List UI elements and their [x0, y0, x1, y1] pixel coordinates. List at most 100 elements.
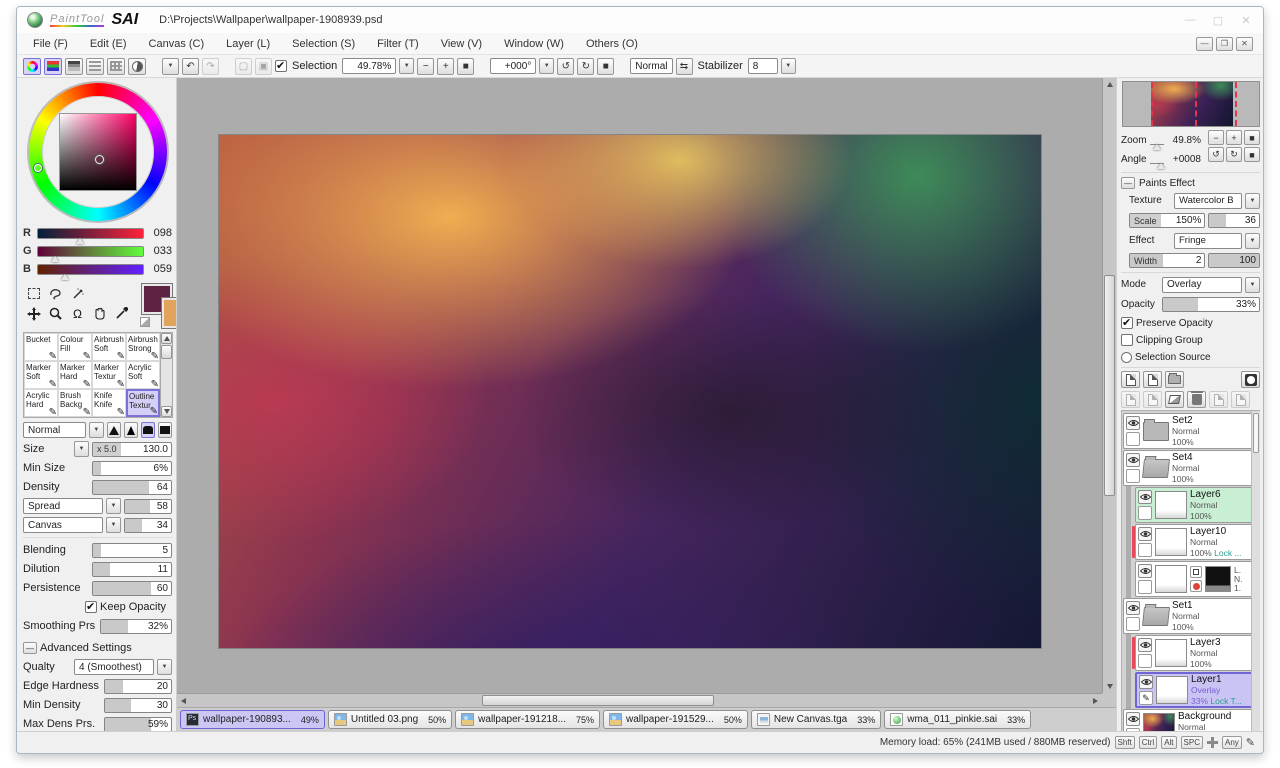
stabilizer-field[interactable]: 8 [748, 58, 778, 74]
size-dropdown[interactable] [74, 441, 89, 457]
brush-acrylic-hard[interactable]: AcrylicHard✎ [24, 389, 58, 417]
menu-selection[interactable]: Selection (S) [282, 35, 365, 53]
edge-hardness-slider[interactable]: 20 [104, 679, 172, 694]
brush-colour-fill[interactable]: ColourFill✎ [58, 333, 92, 361]
canvas-image[interactable] [219, 135, 1041, 648]
mask-enabled-icon[interactable] [1190, 580, 1202, 592]
merge-down-button[interactable] [1143, 391, 1162, 408]
fringe-strength-slider[interactable]: 100 [1208, 253, 1260, 268]
brush-brush-background[interactable]: BrushBackg✎ [58, 389, 92, 417]
layer-item-masked[interactable]: L. N. 1. [1123, 561, 1258, 597]
fringe-width-slider[interactable]: Width 2 [1129, 253, 1205, 268]
canvas-texture-slider[interactable]: 34 [124, 518, 172, 533]
layer-item-layer6[interactable]: Layer6 Normal 100% [1123, 487, 1258, 523]
layer-visibility-toggle[interactable] [1126, 601, 1140, 615]
brush-blend-mode-field[interactable]: Normal [23, 422, 86, 438]
mdi-minimize-button[interactable]: — [1196, 37, 1213, 51]
new-layer-button[interactable] [1121, 371, 1140, 388]
menu-view[interactable]: View (V) [431, 35, 492, 53]
min-size-slider[interactable]: 6% [92, 461, 172, 476]
nav-rotate-ccw-button[interactable]: ↺ [1208, 147, 1224, 162]
scroll-up-button[interactable] [161, 333, 172, 344]
brush-shape-curve[interactable] [124, 422, 138, 438]
layer-list-scrollbar[interactable] [1251, 411, 1260, 731]
saturation-value-square[interactable] [59, 113, 137, 191]
canvas-viewport[interactable] [177, 78, 1116, 707]
nav-rotate-cw-button[interactable]: ↻ [1226, 147, 1242, 162]
brush-blend-mode-dropdown[interactable] [89, 422, 104, 438]
brush-marker-hard[interactable]: MarkerHard✎ [58, 361, 92, 389]
nav-zoom-reset-button[interactable]: ■ [1244, 130, 1260, 145]
scratchpad-panel-toggle[interactable] [128, 58, 146, 75]
brush-shape-flat[interactable] [158, 422, 172, 438]
window-minimize-icon[interactable]: — [1183, 14, 1197, 27]
angle-dropdown-button[interactable] [539, 58, 554, 74]
min-density-slider[interactable]: 30 [104, 698, 172, 713]
texture-dropdown[interactable] [1245, 193, 1260, 209]
quality-field[interactable]: 4 (Smoothest) [74, 659, 154, 675]
b-slider[interactable] [37, 264, 144, 275]
stabilizer-dropdown-button[interactable] [781, 58, 796, 74]
layer-visibility-toggle[interactable] [1126, 453, 1140, 467]
menu-others[interactable]: Others (O) [576, 35, 648, 53]
hand-tool[interactable] [89, 304, 110, 323]
layer-option-checkbox[interactable] [1138, 654, 1152, 668]
canvas-texture-dropdown[interactable] [106, 517, 121, 533]
scroll-down-button[interactable] [161, 406, 172, 417]
brush-bucket[interactable]: Bucket✎ [24, 333, 58, 361]
mdi-restore-button[interactable]: ❐ [1216, 37, 1233, 51]
move-tool[interactable] [23, 304, 44, 323]
magic-wand-tool[interactable] [67, 284, 88, 303]
scroll-up-button[interactable] [1103, 78, 1116, 91]
copy-layer-button[interactable] [1209, 391, 1228, 408]
brush-outline-texture[interactable]: OutlineTextur✎ [126, 389, 160, 417]
layer-option-checkbox[interactable] [1138, 580, 1152, 594]
color-wheel[interactable] [28, 82, 168, 222]
brush-shape-spike[interactable] [107, 422, 121, 438]
menu-filter[interactable]: Filter (T) [367, 35, 429, 53]
menu-layer[interactable]: Layer (L) [216, 35, 280, 53]
vertical-scroll-thumb[interactable] [1104, 275, 1115, 496]
brush-grid-scrollbar[interactable] [161, 332, 173, 418]
transfer-down-button[interactable] [1121, 391, 1140, 408]
layer-mode-field[interactable]: Overlay [1162, 277, 1242, 293]
brush-airbrush-strong[interactable]: AirbrushStrong✎ [126, 333, 160, 361]
tab-wma-011-pinkie[interactable]: wma_011_pinkie.sai 33% [884, 710, 1031, 729]
paste-layer-button[interactable] [1231, 391, 1250, 408]
layer-option-checkbox[interactable] [1126, 469, 1140, 483]
layer-item-set1[interactable]: Set1 Normal 100% [1123, 598, 1258, 634]
nav-zoom-slider[interactable] [1150, 135, 1164, 145]
keep-opacity-checkbox[interactable] [85, 601, 97, 613]
delete-layer-button[interactable] [1187, 391, 1206, 408]
layer-option-checkbox[interactable] [1126, 728, 1140, 731]
brush-shape-round[interactable] [141, 422, 155, 438]
paints-effect-collapse-button[interactable] [1121, 177, 1135, 189]
brush-marker-texture[interactable]: MarkerTextur✎ [92, 361, 126, 389]
spread-slider[interactable]: 58 [124, 499, 172, 514]
lasso-tool[interactable] [45, 284, 66, 303]
spread-dropdown[interactable] [106, 498, 121, 514]
brush-airbrush-soft[interactable]: AirbrushSoft✎ [92, 333, 126, 361]
tab-wallpaper-191218[interactable]: wallpaper-191218... 75% [455, 710, 600, 729]
layer-item-set2[interactable]: Set2 Normal 100% [1123, 413, 1258, 449]
mask-link-icon[interactable] [1190, 566, 1202, 578]
nav-zoom-out-button[interactable]: − [1208, 130, 1224, 145]
rotate-ccw-button[interactable]: ↺ [557, 58, 574, 75]
layer-opacity-slider[interactable]: 33% [1162, 297, 1260, 312]
selection-checkbox[interactable] [275, 60, 287, 72]
rgb-sliders-panel-toggle[interactable] [44, 58, 62, 75]
background-color-swatch[interactable] [162, 298, 177, 328]
zoom-out-button[interactable]: − [417, 58, 434, 75]
max-dens-prs-slider[interactable]: 59% [104, 717, 172, 732]
layer-visibility-toggle[interactable] [1126, 712, 1140, 726]
scroll-down-button[interactable] [1103, 680, 1116, 693]
angle-reset-button[interactable]: ■ [597, 58, 614, 75]
tab-wallpaper-191529[interactable]: wallpaper-191529... 50% [603, 710, 748, 729]
swatch-grid-panel-toggle[interactable] [107, 58, 125, 75]
layer-item-background[interactable]: Background Normal 100% FX [1123, 709, 1258, 731]
paint-mode-field[interactable]: Normal [630, 58, 672, 74]
rotate-cw-button[interactable]: ↻ [577, 58, 594, 75]
menu-window[interactable]: Window (W) [494, 35, 574, 53]
zoom-dropdown-button[interactable] [399, 58, 414, 74]
spread-mode-field[interactable]: Spread [23, 498, 103, 514]
